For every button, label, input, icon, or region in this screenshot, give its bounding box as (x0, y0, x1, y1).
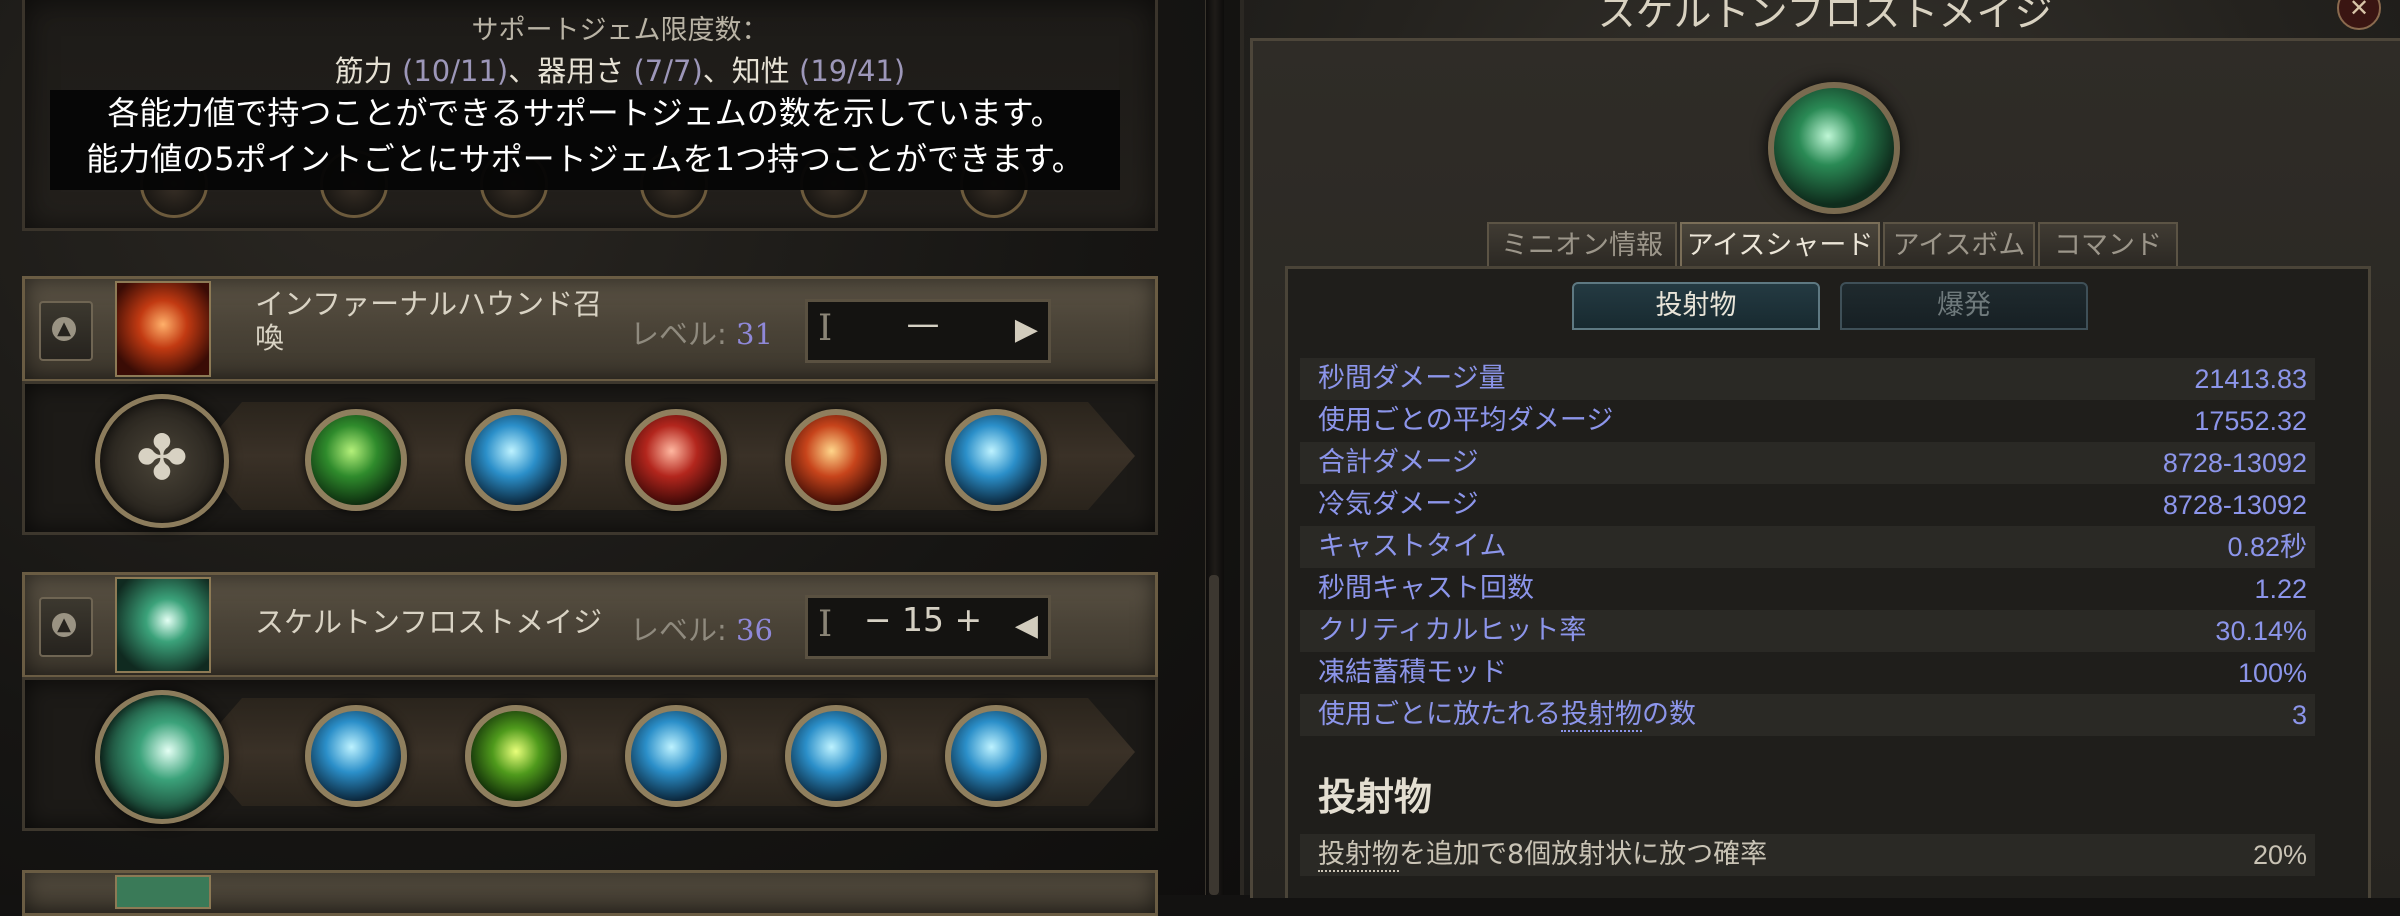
stat-row-dps: 秒間ダメージ量 21413.83 (1300, 358, 2315, 400)
stat-label: 秒間キャスト回数 (1318, 573, 1534, 604)
skill-name: スケルトンフロストメイジ (255, 605, 603, 639)
support-gem[interactable] (305, 409, 407, 511)
strength-label: 筋力 (334, 54, 393, 88)
skill-header-skeleton-frost-mage[interactable]: ▲ スケルトンフロストメイジ レベル: 36 I − 15 + ◀ (22, 572, 1158, 678)
stat-value: 8728-13092 (2162, 490, 2307, 520)
stat-value: 1.22 (2254, 574, 2307, 604)
main-skill-slot[interactable]: ✤ (95, 394, 229, 528)
dexterity-label: 、器用さ (508, 54, 625, 88)
infernal-hound-skill-icon (115, 281, 211, 377)
stat-value: 0.82秒 (2227, 532, 2307, 562)
stat-row-cast-time: キャストタイム 0.82秒 (1300, 526, 2315, 568)
stat-value: 8728-13092 (2162, 448, 2307, 478)
level-cap-icon: I (818, 604, 833, 645)
support-gem[interactable] (465, 409, 567, 511)
skill-name: インファーナルハウンド召 喚 (255, 287, 603, 355)
stat-label: 使用ごとに放たれる投射物の数 (1318, 699, 1696, 732)
tab-ice-bomb[interactable]: アイスボム (1883, 222, 2035, 268)
skill-header-next[interactable] (22, 870, 1158, 916)
stat-label: 秒間ダメージ量 (1318, 363, 1506, 394)
stat-label: 使用ごとの平均ダメージ (1318, 405, 1614, 436)
dexterity-value: (7/7) (633, 54, 703, 88)
stat-row-total-damage: 合計ダメージ 8728-13092 (1300, 442, 2315, 484)
effect-label: 投射物を追加で8個放射状に放つ確率 (1318, 839, 1768, 872)
next-skill-icon (115, 875, 211, 909)
level-control[interactable]: I − 15 + ◀ (805, 595, 1051, 659)
stat-row-avg-damage: 使用ごとの平均ダメージ 17552.32 (1300, 400, 2315, 442)
stat-row-projectile-count: 使用ごとに放たれる投射物の数 3 (1300, 694, 2315, 736)
subtab-explosion[interactable]: 爆発 (1840, 282, 2088, 330)
quatrefoil-icon: ✤ (136, 421, 188, 494)
level-number: 31 (736, 317, 773, 351)
stat-value: 100% (2237, 658, 2307, 688)
tab-ice-shard[interactable]: アイスシャード (1680, 222, 1880, 268)
effect-row: 投射物を追加で8個放射状に放つ確率 20% (1300, 834, 2315, 876)
stat-label-link[interactable]: 凍結蓄積モッド (1318, 652, 1507, 696)
stat-row-crit-chance: クリティカルヒット率 30.14% (1300, 610, 2315, 654)
stat-row-cold-damage: 冷気ダメージ 8728-13092 (1300, 484, 2315, 528)
support-gem[interactable] (785, 705, 887, 807)
support-limit-title: サポートジェム限度数： (471, 15, 769, 46)
stat-row-freeze-buildup: 凍結蓄積モッド 100% (1300, 652, 2315, 696)
support-gem[interactable] (945, 409, 1047, 511)
skill-level: レベル: 31 (630, 311, 773, 353)
section-title: 投射物 (1318, 775, 1433, 819)
level-label: レベル: (630, 317, 727, 351)
tab-command[interactable]: コマンド (2038, 222, 2178, 268)
level-number: 36 (736, 613, 773, 647)
level-cap-icon: I (818, 308, 833, 349)
intelligence-label: 、知性 (702, 54, 790, 88)
subtab-projectile[interactable]: 投射物 (1572, 282, 1820, 330)
effect-value: 20% (2252, 840, 2307, 870)
support-gem[interactable] (625, 409, 727, 511)
stat-value: 17552.32 (2194, 406, 2307, 436)
chevron-up-icon: ▲ (52, 317, 76, 341)
support-limit-stats: 筋力 (10/11)、器用さ (7/7)、知性 (19/41) (0, 48, 1240, 90)
stat-value: 21413.83 (2194, 364, 2307, 394)
stat-value: 30.14% (2215, 616, 2307, 646)
level-adjust-value[interactable]: − 15 + (848, 600, 998, 639)
stat-label-link[interactable]: 冷気ダメージ (1318, 484, 1479, 528)
strength-value: (10/11) (402, 54, 509, 88)
support-gem[interactable] (625, 705, 727, 807)
support-gem[interactable] (945, 705, 1047, 807)
level-label: レベル: (630, 613, 727, 647)
arrow-right-icon[interactable]: ▶ (1015, 312, 1038, 347)
stat-value: 3 (2291, 700, 2307, 730)
skill-level: レベル: 36 (630, 607, 773, 649)
support-gem[interactable] (305, 705, 407, 807)
tooltip-line: 各能力値で持つことができるサポートジェムの数を示しています。 (107, 94, 1063, 132)
chevron-up-icon: ▲ (52, 613, 76, 637)
level-adjust-value: — (906, 304, 940, 343)
scrollbar-thumb[interactable] (1209, 575, 1219, 895)
stat-label: キャストタイム (1318, 531, 1507, 562)
projectile-link[interactable]: 投射物 (1561, 699, 1642, 732)
support-gem-row-infernal-hound: ✤ (22, 381, 1158, 535)
skill-header-infernal-hound[interactable]: ▲ インファーナルハウンド召 喚 レベル: 31 I — ▶ (22, 276, 1158, 382)
support-gem-row-skeleton-frost-mage (22, 677, 1158, 831)
collapse-button[interactable]: ▲ (39, 301, 93, 361)
main-skill-slot[interactable] (95, 690, 229, 824)
arrow-left-icon[interactable]: ◀ (1015, 608, 1038, 643)
support-limit-tooltip: 各能力値で持つことができるサポートジェムの数を示しています。 能力値の5ポイント… (50, 90, 1120, 190)
intelligence-value: (19/41) (799, 54, 906, 88)
support-gem[interactable] (465, 705, 567, 807)
tab-minion-info[interactable]: ミニオン情報 (1487, 222, 1677, 268)
support-gem[interactable] (785, 409, 887, 511)
panel-title: スケルトンフロストメイジ (1597, 0, 2053, 35)
tooltip-line: 能力値の5ポイントごとにサポートジェムを1つ持つことができます。 (86, 140, 1084, 178)
skill-portrait-icon (1768, 82, 1900, 214)
stat-label-link[interactable]: クリティカルヒット率 (1318, 610, 1587, 654)
collapse-button[interactable]: ▲ (39, 597, 93, 657)
stat-row-casts-per-second: 秒間キャスト回数 1.22 (1300, 568, 2315, 610)
skeleton-frost-mage-skill-icon (115, 577, 211, 673)
stat-label: 合計ダメージ (1318, 447, 1479, 478)
level-control[interactable]: I — ▶ (805, 299, 1051, 363)
projectile-link[interactable]: 投射物 (1318, 839, 1399, 872)
